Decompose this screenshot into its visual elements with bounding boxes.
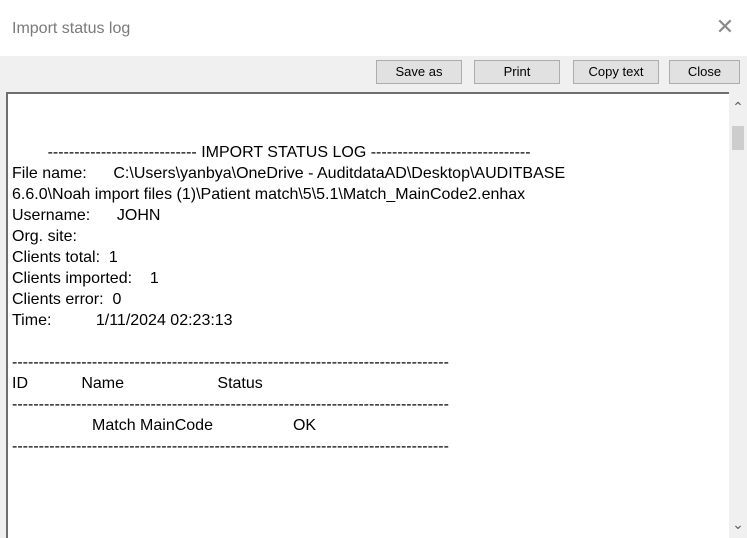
time-value: 1/11/2024 02:23:13: [95, 312, 233, 329]
copy-text-button[interactable]: Copy text: [573, 60, 659, 84]
clients-total-line: Clients total: 1: [12, 249, 118, 266]
toolbar: Save as Print Copy text Close: [0, 56, 747, 90]
file-name-line: File name: C:\Users\yanbya\OneDrive - Au…: [12, 163, 712, 184]
col-id: ID: [12, 375, 28, 392]
clients-error-line: Clients error: 0: [12, 291, 122, 308]
table-divider-mid: ----------------------------------------…: [12, 396, 449, 413]
table-header-row: ID Name Status: [12, 373, 712, 394]
col-status: Status: [217, 375, 263, 392]
col-name: Name: [81, 375, 125, 392]
scroll-thumb[interactable]: [732, 126, 744, 150]
log-header-line: ---------------------------- IMPORT STAT…: [47, 144, 531, 161]
table-divider-top: ----------------------------------------…: [12, 354, 449, 371]
save-as-button[interactable]: Save as: [376, 60, 462, 84]
log-text-area[interactable]: ---------------------------- IMPORT STAT…: [6, 92, 747, 538]
print-button[interactable]: Print: [474, 60, 560, 84]
file-name-continuation: 6.6.0\Noah import files (1)\Patient matc…: [12, 186, 526, 203]
table-row: Match MainCode OK: [12, 415, 712, 436]
time-label: Time:: [12, 312, 52, 329]
clients-imported-line: Clients imported: 1: [12, 270, 159, 287]
scroll-up-arrow-icon[interactable]: ⌃: [731, 100, 745, 114]
file-name-label: File name:: [12, 165, 87, 182]
close-icon[interactable]: ✕: [711, 13, 739, 41]
window-title: Import status log: [12, 20, 131, 37]
org-site-line: Org. site:: [12, 228, 77, 245]
import-status-log-window: Import status log ✕ Save as Print Copy t…: [0, 0, 747, 538]
scroll-down-arrow-icon[interactable]: ⌄: [731, 517, 745, 531]
file-name-value: C:\Users\yanbya\OneDrive - AuditdataAD\D…: [113, 165, 566, 182]
username-line: Username: JOHN: [12, 205, 712, 226]
log-content: ---------------------------- IMPORT STAT…: [12, 121, 712, 457]
vertical-scrollbar[interactable]: ⌃ ⌄: [729, 92, 747, 538]
row-name: Match MainCode: [92, 417, 213, 434]
username-label: Username:: [12, 207, 91, 224]
close-button[interactable]: Close: [669, 60, 740, 84]
time-line: Time: 1/11/2024 02:23:13: [12, 310, 712, 331]
table-divider-bottom: ----------------------------------------…: [12, 438, 449, 455]
username-value: JOHN: [116, 207, 161, 224]
row-status: OK: [292, 417, 317, 434]
title-bar: Import status log ✕: [0, 0, 747, 56]
